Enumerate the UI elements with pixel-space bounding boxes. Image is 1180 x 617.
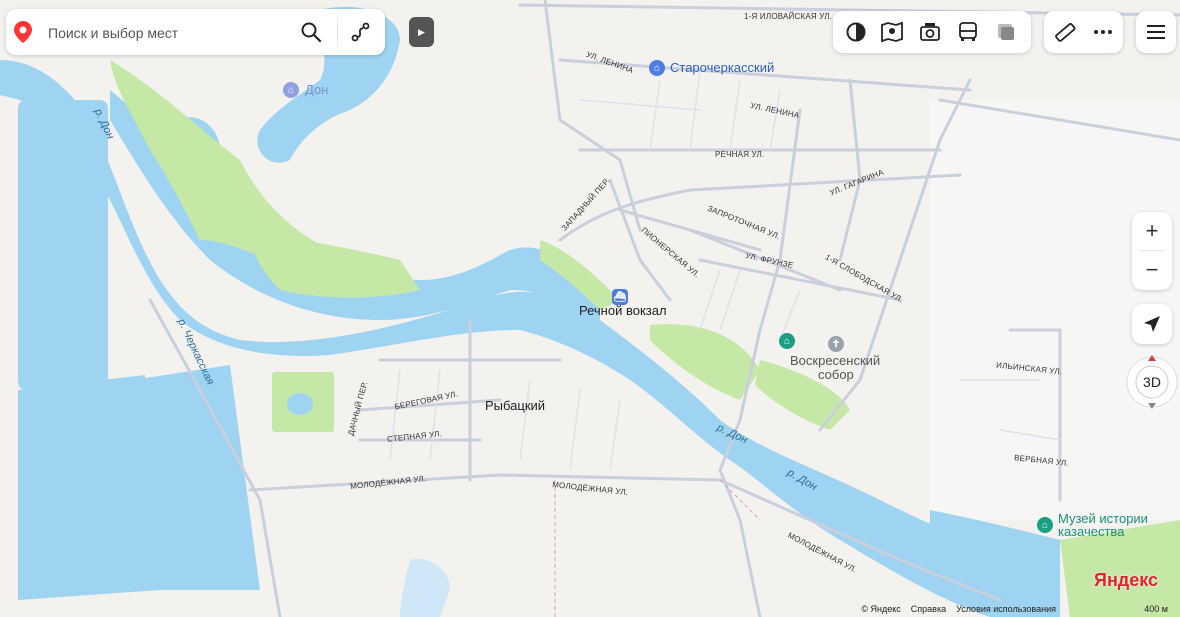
poi-starocherkassky[interactable]: Старочеркасский: [670, 60, 774, 75]
camera-icon: [920, 23, 940, 41]
zoom-control: + −: [1132, 212, 1172, 290]
traffic-button[interactable]: [989, 16, 1023, 48]
location-pin-icon: [14, 21, 32, 43]
hotel-icon[interactable]: ⌂: [649, 60, 665, 76]
compass-3d-button[interactable]: 3D: [1125, 354, 1179, 410]
yandex-logo: Яндекс: [1094, 570, 1159, 590]
3d-label: 3D: [1143, 374, 1161, 390]
zoom-out-button[interactable]: −: [1132, 251, 1172, 289]
terms-link[interactable]: Условия использования: [956, 604, 1056, 614]
ruler-icon: [1055, 22, 1076, 42]
divider: [337, 18, 338, 46]
poi-rechnoy-vokzal[interactable]: Речной вокзал: [579, 303, 667, 318]
menu-icon: [1147, 25, 1165, 39]
search-box[interactable]: [6, 9, 385, 57]
layers-button[interactable]: [839, 16, 873, 48]
transit-button[interactable]: [951, 16, 985, 48]
poi-voskresensky-sobor[interactable]: собор: [818, 367, 854, 382]
search-icon: [301, 22, 321, 42]
navigation-arrow-icon: [1144, 316, 1160, 332]
poi-don[interactable]: Дон: [305, 82, 328, 97]
poi-voskresensky-sobor[interactable]: Воскресенский: [790, 353, 880, 368]
panorama-button[interactable]: [875, 16, 909, 48]
layers-icon: [846, 22, 866, 42]
tools-toolbar: [1044, 11, 1123, 53]
menu-button[interactable]: [1136, 11, 1176, 53]
scale-label: 400 м: [1144, 604, 1168, 614]
search-input[interactable]: [46, 9, 290, 57]
street-label: 1-я Иловайская ул.: [744, 12, 833, 21]
settlement-rybatsky: Рыбацкий: [485, 398, 546, 413]
search-button[interactable]: [296, 17, 326, 47]
more-button[interactable]: [1086, 16, 1120, 48]
ruler-button[interactable]: [1048, 16, 1082, 48]
zoom-in-button[interactable]: +: [1132, 212, 1172, 250]
scale-bar: 400 м: [1118, 604, 1180, 614]
poi-museum-cossacks[interactable]: казачества: [1058, 524, 1124, 539]
copyright-link[interactable]: © Яндекс: [861, 604, 900, 614]
transit-icon: [959, 22, 977, 41]
photos-button[interactable]: [913, 16, 947, 48]
street-label: Речная ул.: [715, 150, 765, 159]
help-link[interactable]: Справка: [911, 604, 946, 614]
museum-icon[interactable]: ⌂: [779, 333, 795, 349]
play-icon: ▶: [418, 26, 425, 37]
layers-toolbar: [833, 11, 1031, 53]
church-icon[interactable]: ✝: [828, 336, 844, 352]
route-button[interactable]: [346, 17, 376, 47]
more-icon: [1094, 30, 1112, 34]
museum-icon[interactable]: ⌂: [1037, 517, 1053, 533]
hotel-icon[interactable]: ⌂: [283, 82, 299, 98]
footer: © Яндекс Справка Условия использования: [861, 604, 1056, 614]
panorama-icon: [881, 21, 903, 43]
traffic-icon: [998, 24, 1014, 40]
expand-panel-button[interactable]: ▶: [409, 17, 434, 47]
geolocation-button[interactable]: [1132, 304, 1172, 344]
route-icon: [351, 22, 370, 42]
